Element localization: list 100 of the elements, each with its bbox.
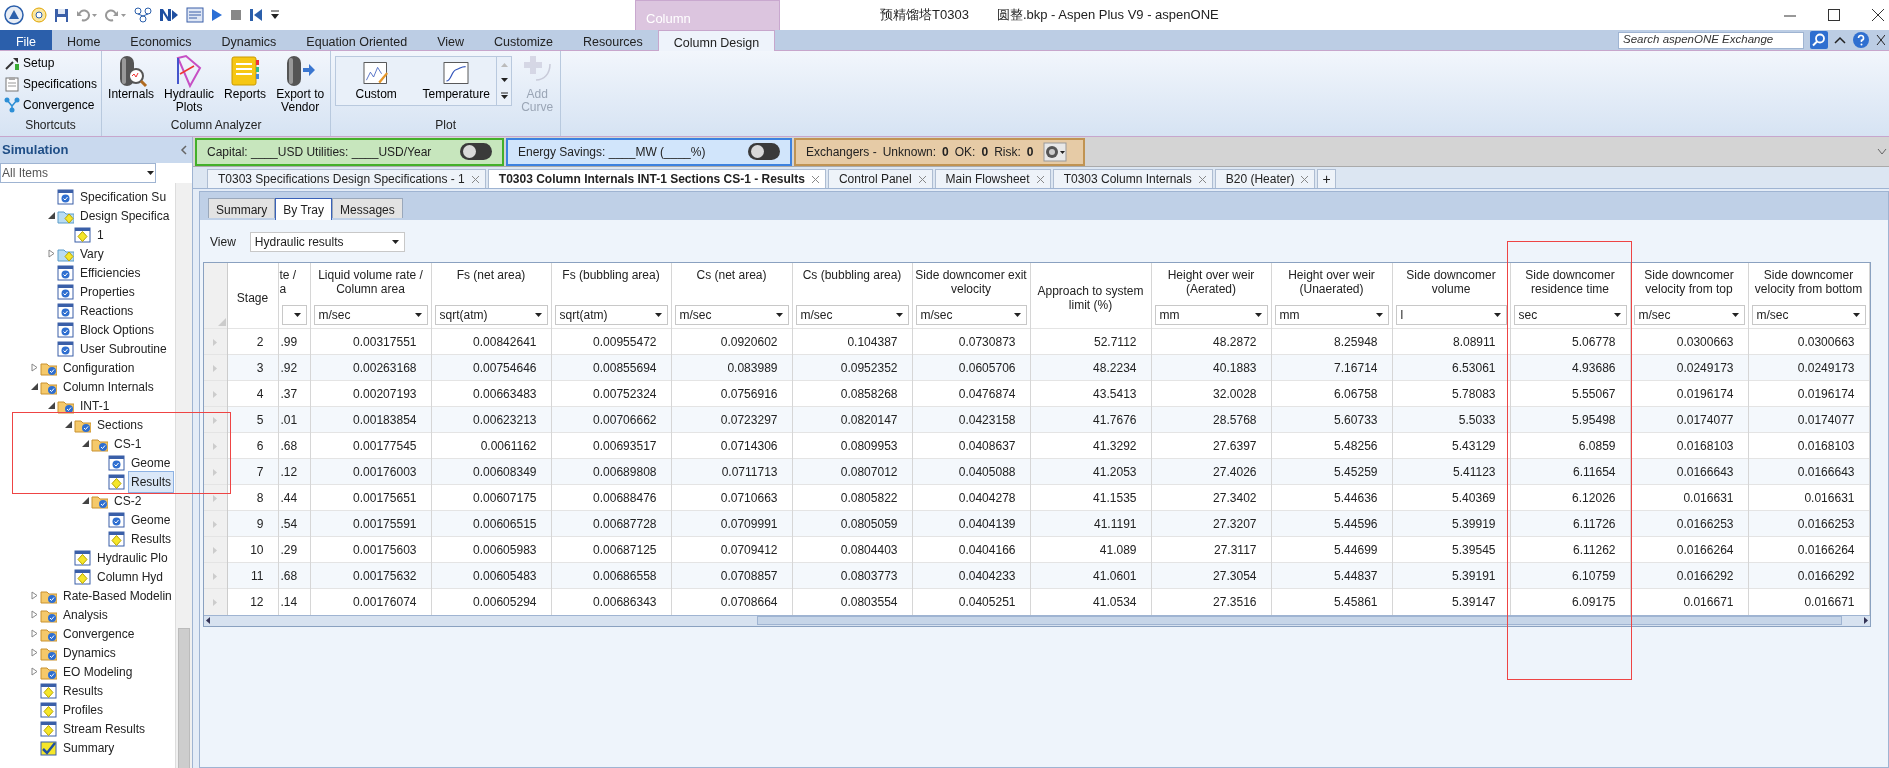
redo-icon[interactable] xyxy=(105,8,127,22)
ribbon-button[interactable]: Convergence xyxy=(4,96,98,114)
form-check-icon xyxy=(57,283,74,300)
ribbon-button[interactable]: Specifications xyxy=(4,75,98,93)
unit-dropdown[interactable]: sqrt(atm) xyxy=(434,305,548,325)
ribbon-button[interactable]: Export to Vendor xyxy=(274,54,327,116)
stop-icon[interactable] xyxy=(230,9,242,21)
form-tab[interactable]: Messages xyxy=(332,198,403,218)
group-label: Column Analyzer xyxy=(169,117,263,134)
scroll-left-icon[interactable] xyxy=(204,616,212,625)
unit-dropdown[interactable]: m/sec xyxy=(1751,305,1866,325)
expand-icon[interactable] xyxy=(1877,147,1887,156)
view-dropdown[interactable]: Hydraulic results xyxy=(249,232,405,252)
expanded-icon[interactable] xyxy=(63,420,73,429)
app-icon[interactable] xyxy=(4,5,24,25)
collapsed-icon[interactable] xyxy=(29,610,39,619)
collapsed-icon[interactable] xyxy=(29,629,39,638)
column-header: Stage xyxy=(227,263,278,329)
scrollbar[interactable] xyxy=(204,614,1870,626)
search-icon[interactable] xyxy=(1810,31,1828,49)
customize-icon[interactable] xyxy=(270,9,280,21)
dropdown-icon xyxy=(292,312,302,318)
collapsed-icon[interactable] xyxy=(46,249,56,258)
ribbon-tab[interactable]: Column Design xyxy=(657,30,776,51)
unit-dropdown[interactable] xyxy=(281,305,307,325)
ribbon-tab[interactable]: Resources xyxy=(568,30,658,50)
ribbon-button[interactable]: Setup xyxy=(4,54,98,72)
filter-dropdown[interactable]: All Items xyxy=(0,163,156,183)
unit-dropdown[interactable]: m/sec xyxy=(313,305,428,325)
status-text: 0 xyxy=(981,143,989,161)
expanded-icon[interactable] xyxy=(46,211,56,220)
gallery-item[interactable]: Custom xyxy=(336,57,417,105)
ribbon-button[interactable]: Internals xyxy=(106,54,157,116)
new-tab-button[interactable]: + xyxy=(1317,169,1336,188)
ribbon-button[interactable]: Hydraulic Plots xyxy=(162,54,217,116)
table-cell: 41.0534 xyxy=(1030,588,1151,615)
form-tab[interactable]: Summary xyxy=(208,198,276,218)
form-check-icon xyxy=(108,454,125,471)
ribbon-tab[interactable]: Dynamics xyxy=(206,30,292,50)
exchanger-menu-icon[interactable] xyxy=(1043,141,1068,162)
table-cell: 6.53061 xyxy=(1392,354,1510,381)
ribbon-button[interactable]: Reports xyxy=(222,54,269,116)
document-tab[interactable]: T0303 Column Internals xyxy=(1052,169,1213,188)
save-icon[interactable] xyxy=(54,7,69,23)
collapsed-icon[interactable] xyxy=(29,648,39,657)
collapse-icon[interactable] xyxy=(1834,35,1846,45)
document-tab[interactable]: T0303 Specifications Design Specifications - 1 xyxy=(207,169,486,188)
ribbon-tab[interactable]: Economics xyxy=(115,30,207,50)
unit-dropdown[interactable]: l xyxy=(1395,305,1507,325)
row-selector-icon[interactable] xyxy=(212,493,219,503)
column-header: Fs (bubbling area) xyxy=(551,263,671,303)
expanded-icon[interactable] xyxy=(29,382,39,391)
maximize-icon[interactable] xyxy=(1827,8,1841,22)
form-tab[interactable]: By Tray xyxy=(275,198,333,220)
collapsed-icon[interactable] xyxy=(29,591,39,600)
unit-dropdown[interactable]: m/sec xyxy=(795,305,909,325)
run-icon[interactable] xyxy=(211,8,223,22)
unit-dropdown[interactable]: sec xyxy=(1513,305,1627,325)
expanded-icon[interactable] xyxy=(80,496,90,505)
document-tab[interactable]: B20 (Heater) xyxy=(1214,169,1316,188)
ribbon-tab[interactable]: Equation Oriented xyxy=(291,30,423,50)
document-tab[interactable]: T0303 Column Internals INT-1 Sections CS-1 - Results xyxy=(487,169,826,188)
collapsed-icon[interactable] xyxy=(29,363,39,372)
table-cell: 48.2234 xyxy=(1030,354,1151,381)
network-icon[interactable] xyxy=(134,7,152,23)
scrollbar[interactable] xyxy=(175,183,192,768)
toggle-switch[interactable] xyxy=(460,143,492,160)
ribbon-tab[interactable]: View xyxy=(422,30,479,50)
next-icon[interactable] xyxy=(159,7,179,23)
document-tab[interactable]: Main Flowsheet xyxy=(934,169,1051,188)
unit-dropdown[interactable]: m/sec xyxy=(674,305,789,325)
control-panel-icon[interactable] xyxy=(186,7,204,23)
record-icon[interactable] xyxy=(31,7,47,23)
expanded-icon[interactable] xyxy=(46,401,56,410)
scroll-right-icon[interactable] xyxy=(1862,616,1870,625)
collapsed-icon[interactable] xyxy=(29,667,39,676)
help-icon[interactable] xyxy=(1852,31,1870,49)
expanded-icon[interactable] xyxy=(80,439,90,448)
summary-check-icon xyxy=(40,739,57,756)
collapse-left-icon[interactable] xyxy=(180,145,188,155)
close-icon[interactable] xyxy=(1876,34,1885,46)
unit-dropdown[interactable]: m/sec xyxy=(915,305,1027,325)
ribbon-tab[interactable]: Customize xyxy=(479,30,569,50)
tree-item[interactable]: Results xyxy=(128,470,174,493)
unit-dropdown[interactable]: m/sec xyxy=(1633,305,1745,325)
gallery-item[interactable]: Temperature xyxy=(416,57,497,105)
more-icon[interactable] xyxy=(499,91,509,101)
table-cell: 0.00606515 xyxy=(431,510,551,537)
undo-icon[interactable] xyxy=(76,8,98,22)
unit-dropdown[interactable]: sqrt(atm) xyxy=(554,305,668,325)
close-icon[interactable] xyxy=(1871,8,1885,22)
unit-dropdown[interactable]: mm xyxy=(1154,305,1268,325)
toggle-switch[interactable] xyxy=(748,143,780,160)
reset-icon[interactable] xyxy=(249,8,263,22)
ribbon-tab[interactable]: File xyxy=(0,30,52,50)
ribbon-tab[interactable]: Home xyxy=(52,30,116,50)
scroll-down-icon[interactable] xyxy=(499,76,509,83)
document-tab[interactable]: Control Panel xyxy=(827,169,933,188)
search-field[interactable]: Search aspenONE Exchange xyxy=(1618,31,1804,49)
unit-dropdown[interactable]: mm xyxy=(1274,305,1389,325)
